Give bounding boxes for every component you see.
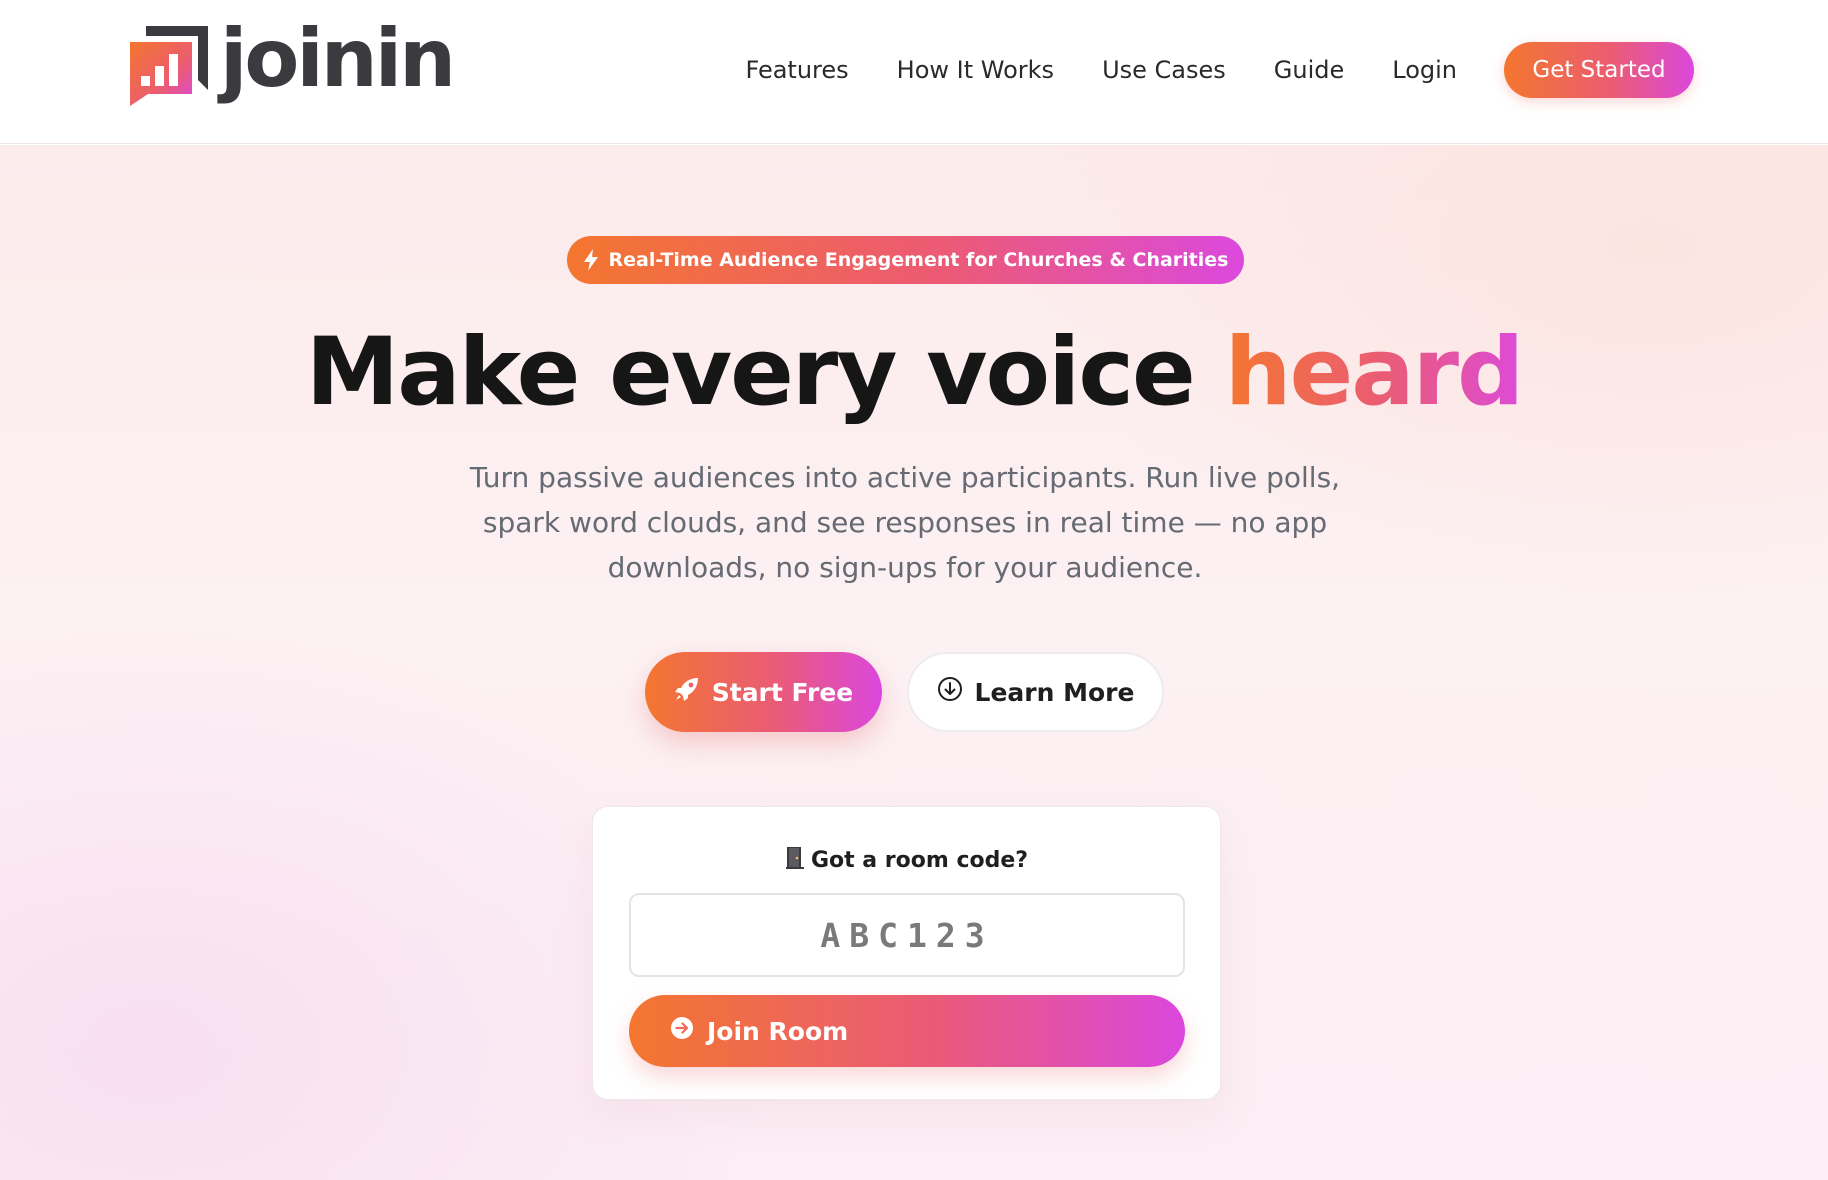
learn-more-button[interactable]: Learn More bbox=[907, 652, 1164, 732]
arrow-down-circle-icon bbox=[937, 676, 963, 708]
hero-headline: Make every voice heard bbox=[0, 318, 1828, 428]
room-code-heading: Got a room code? bbox=[593, 845, 1220, 875]
room-code-input[interactable] bbox=[629, 893, 1185, 977]
door-icon bbox=[785, 845, 805, 875]
learn-more-label: Learn More bbox=[974, 677, 1135, 707]
headline-main: Make every voice bbox=[305, 318, 1196, 427]
nav-link-guide[interactable]: Guide bbox=[1274, 56, 1344, 84]
nav-link-login[interactable]: Login bbox=[1392, 56, 1457, 84]
hero-badge: Real-Time Audience Engagement for Church… bbox=[567, 236, 1244, 284]
room-code-label: Got a room code? bbox=[810, 847, 1029, 873]
brand-logo[interactable]: joinin bbox=[128, 12, 456, 110]
bar-chart-speech-bubble-icon bbox=[130, 26, 208, 106]
join-room-button[interactable]: Join Room bbox=[629, 995, 1185, 1067]
headline-accent: heard bbox=[1224, 318, 1525, 427]
hero-badge-text: Real-Time Audience Engagement for Church… bbox=[608, 249, 1229, 271]
join-room-label: Join Room bbox=[707, 1016, 849, 1046]
lightning-bolt-icon bbox=[583, 249, 601, 271]
primary-nav: Features How It Works Use Cases Guide Lo… bbox=[745, 50, 1457, 90]
room-code-card: Got a room code? Join Room bbox=[592, 806, 1221, 1100]
get-started-button[interactable]: Get Started bbox=[1504, 42, 1694, 98]
brand-name: joinin bbox=[220, 12, 456, 105]
top-navbar: joinin Features How It Works Use Cases G… bbox=[0, 0, 1828, 144]
nav-link-use-cases[interactable]: Use Cases bbox=[1102, 56, 1226, 84]
start-free-button[interactable]: Start Free bbox=[645, 652, 882, 732]
hero-subtitle: Turn passive audiences into active parti… bbox=[469, 461, 1341, 584]
nav-link-how-it-works[interactable]: How It Works bbox=[897, 56, 1054, 84]
arrow-right-circle-icon bbox=[669, 1015, 695, 1047]
nav-link-features[interactable]: Features bbox=[745, 56, 848, 84]
start-free-label: Start Free bbox=[711, 677, 854, 707]
rocket-icon bbox=[674, 676, 700, 708]
